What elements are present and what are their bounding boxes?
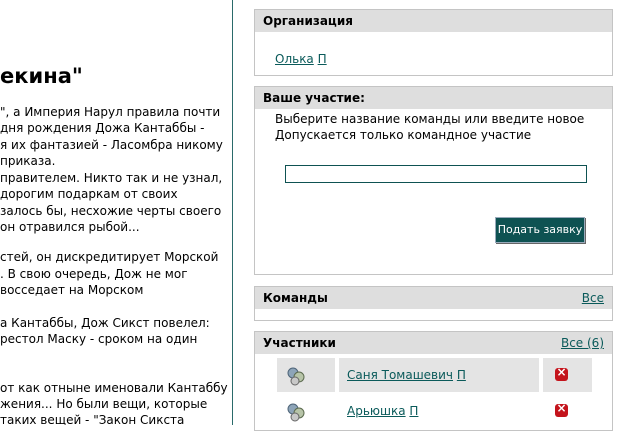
participation-hint: Выберите название команды или введите но… (275, 112, 585, 126)
participants-header-label: Участники (263, 336, 336, 350)
article-line: восседает на Морском (0, 283, 144, 297)
table-row: Арьюшка П (277, 394, 592, 428)
article-line: ", а Империя Нарул правила почти (0, 105, 221, 119)
article-line: он отравился рыбой... (0, 220, 140, 234)
participation-note: Допускается только командное участие (275, 128, 532, 142)
article-line: а Кантаббы, Дож Сикст повелел: (0, 316, 210, 330)
member-link-olka[interactable]: Олька (275, 52, 314, 66)
article-line: рестол Маску - сроком на один (0, 332, 198, 346)
participant-marker-link[interactable]: П (409, 404, 418, 418)
participants-header: Участники Все (6) (255, 332, 612, 354)
organization-header: Организация (255, 10, 612, 32)
participant-name-cell: Арьюшка П (339, 394, 539, 428)
article-line: . В свою очередь, Дож не мог (0, 267, 188, 281)
article-column: екина" ", а Империя Нарул правила почти … (0, 0, 232, 425)
article-line: таких вещей - "Закон Сикста (0, 413, 185, 425)
delete-cell (543, 394, 592, 428)
teams-header: Команды Все (255, 287, 612, 309)
organization-member: Олька П (275, 52, 327, 66)
article-line: дня рождения Дожа Кантаббы - (0, 121, 205, 135)
article-title: екина" (0, 64, 83, 88)
participation-header: Ваше участие: (255, 87, 612, 109)
article-line: жения... Но были вещи, которые (0, 397, 208, 411)
avatar-cell (277, 394, 335, 428)
users-icon (287, 403, 305, 422)
participants-all-link[interactable]: Все (6) (561, 332, 604, 354)
article-line: я их фантазией - Ласомбра никому (0, 138, 223, 152)
organization-panel: Организация Олька П (254, 9, 613, 76)
participant-link[interactable]: Арьюшка (347, 404, 406, 418)
member-marker-link[interactable]: П (318, 52, 327, 66)
delete-icon[interactable] (555, 401, 568, 417)
participant-link[interactable]: Саня Томашевич (347, 368, 453, 382)
table-row: Саня Томашевич П (277, 358, 592, 392)
participant-marker-link[interactable]: П (457, 368, 466, 382)
team-name-input[interactable] (285, 165, 587, 183)
participant-name-cell: Саня Томашевич П (339, 358, 539, 392)
submit-application-button[interactable]: Подать заявку (495, 217, 585, 243)
participants-panel: Участники Все (6) Саня Томашевич П × Арь… (254, 331, 613, 431)
column-divider (232, 0, 233, 425)
article-line: стей, он дискредитирует Морской (0, 250, 219, 264)
avatar-cell (277, 358, 335, 392)
delete-cell (543, 358, 592, 392)
participation-panel: Ваше участие: Выберите название команды … (254, 86, 613, 275)
article-line: залось бы, несхожие черты своего (0, 204, 222, 218)
teams-all-link[interactable]: Все (582, 287, 604, 309)
teams-panel: Команды Все (254, 286, 613, 321)
article-line: от как отныне именовали Кантаббу (0, 381, 228, 395)
delete-icon[interactable] (555, 365, 568, 381)
users-icon (287, 367, 305, 386)
article-line: приказа. (0, 154, 56, 168)
article-line: дорогим подаркам от своих (0, 187, 178, 201)
teams-header-label: Команды (263, 291, 328, 305)
article-line: правителем. Никто так и не узнал, (0, 171, 223, 185)
